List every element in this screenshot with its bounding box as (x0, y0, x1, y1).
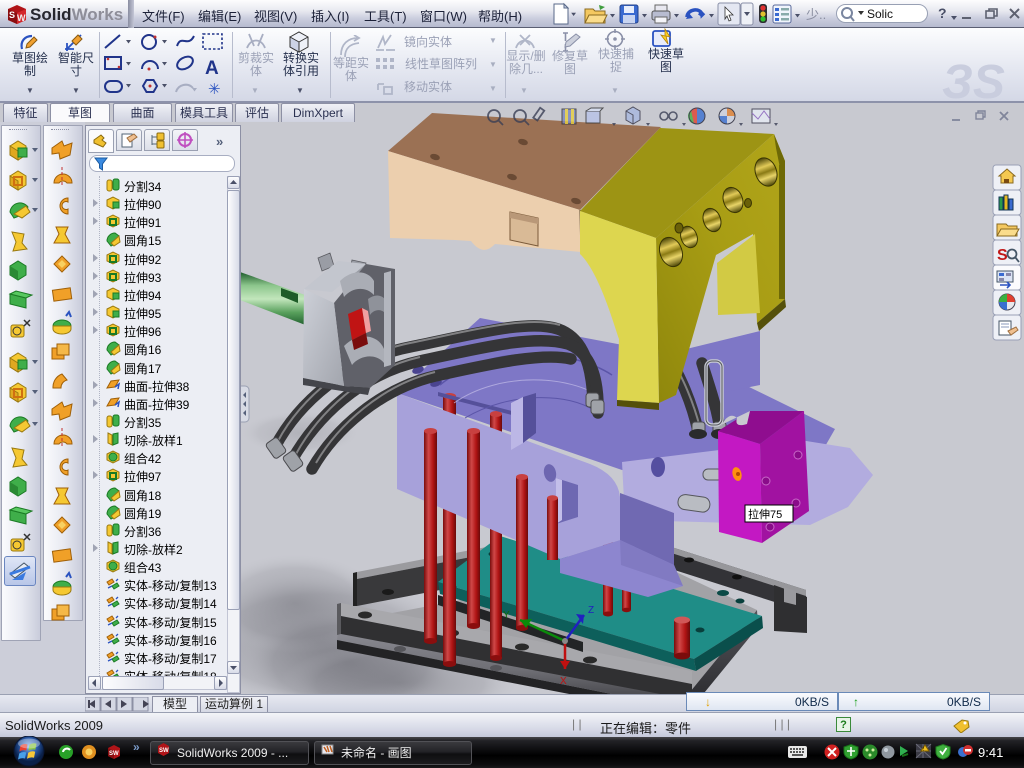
svg-text:!: ! (923, 747, 924, 753)
svg-text:SW: SW (109, 751, 119, 757)
svg-text:Solic: Solic (867, 7, 893, 21)
svg-text:SolidWorks: SolidWorks (30, 5, 123, 24)
svg-text:W: W (17, 13, 26, 23)
svg-text:A: A (205, 58, 219, 79)
svg-text:SW: SW (159, 748, 169, 754)
svg-text:X: X (560, 676, 567, 687)
svg-text:拉伸75: 拉伸75 (748, 507, 782, 521)
svg-text:✳: ✳ (208, 81, 221, 98)
svg-text:S: S (9, 10, 15, 20)
svg-text:少..: 少.. (806, 7, 826, 22)
svg-text:S: S (997, 247, 1008, 264)
svg-text:Y: Y (503, 610, 510, 621)
svg-text:Z: Z (588, 605, 594, 616)
